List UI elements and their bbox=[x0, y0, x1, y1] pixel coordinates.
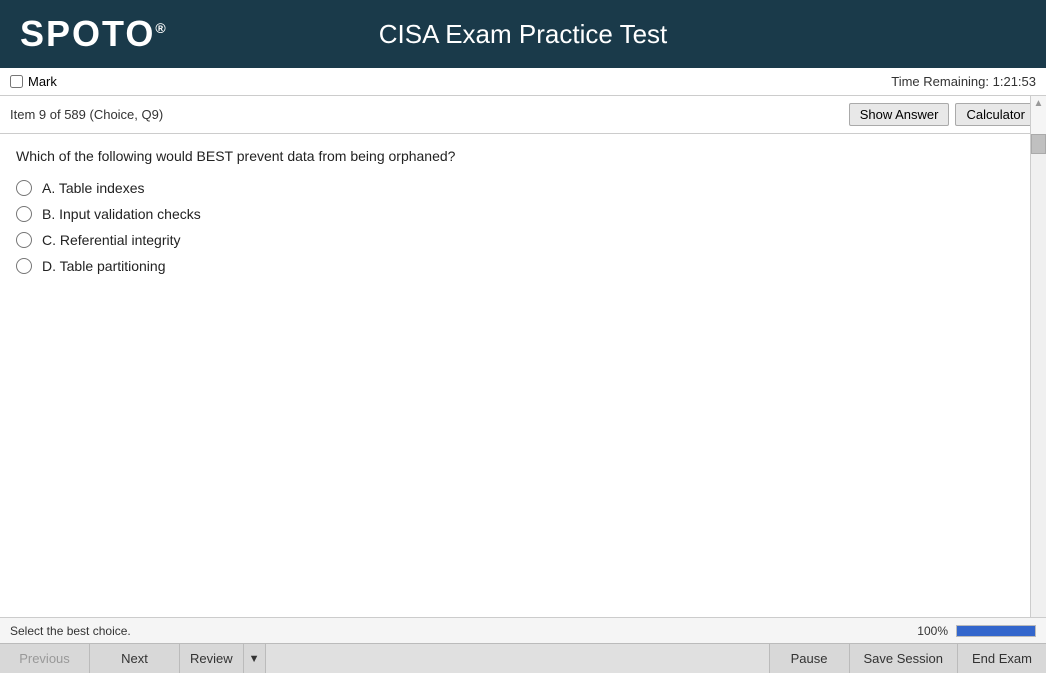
answer-option-a[interactable]: A. Table indexes bbox=[16, 180, 1014, 196]
question-info: Item 9 of 589 (Choice, Q9) bbox=[10, 107, 163, 122]
app-header: SPOTO® CISA Exam Practice Test bbox=[0, 0, 1046, 68]
progress-bar-fill bbox=[957, 626, 1035, 636]
previous-button[interactable]: Previous bbox=[0, 644, 90, 673]
header-buttons: Show Answer Calculator bbox=[849, 103, 1036, 126]
save-session-button[interactable]: Save Session bbox=[849, 644, 958, 673]
review-dropdown-button[interactable]: ▼ bbox=[243, 644, 265, 673]
pause-button[interactable]: Pause bbox=[769, 644, 849, 673]
options-list: A. Table indexes B. Input validation chec… bbox=[16, 180, 1014, 274]
logo: SPOTO® bbox=[20, 16, 168, 52]
scroll-up-icon: ▲ bbox=[1034, 98, 1044, 109]
timer: Time Remaining: 1:21:53 bbox=[891, 74, 1036, 89]
mark-text[interactable]: Mark bbox=[28, 74, 57, 89]
option-label-d: D. Table partitioning bbox=[42, 258, 165, 274]
answer-option-d[interactable]: D. Table partitioning bbox=[16, 258, 1014, 274]
mark-label[interactable]: Mark bbox=[10, 74, 57, 89]
answer-option-b[interactable]: B. Input validation checks bbox=[16, 206, 1014, 222]
progress-area: 100% bbox=[917, 624, 1036, 638]
footer-right: Pause Save Session End Exam bbox=[769, 644, 1046, 673]
review-button-wrapper: Review ▼ bbox=[180, 644, 266, 673]
mark-checkbox[interactable] bbox=[10, 75, 23, 88]
option-label-c: C. Referential integrity bbox=[42, 232, 181, 248]
question-header: Item 9 of 589 (Choice, Q9) Show Answer C… bbox=[0, 96, 1046, 134]
status-text: Select the best choice. bbox=[10, 624, 131, 638]
option-label-b: B. Input validation checks bbox=[42, 206, 201, 222]
end-exam-button[interactable]: End Exam bbox=[957, 644, 1046, 673]
app-title: CISA Exam Practice Test bbox=[379, 19, 668, 50]
logo-area: SPOTO® bbox=[20, 16, 168, 52]
status-bar: Select the best choice. 100% bbox=[0, 617, 1046, 643]
mark-bar: Mark Time Remaining: 1:21:53 bbox=[0, 68, 1046, 96]
radio-option-c[interactable] bbox=[16, 232, 32, 248]
show-answer-button[interactable]: Show Answer bbox=[849, 103, 950, 126]
footer-nav: Previous Next Review ▼ Pause Save Sessio… bbox=[0, 643, 1046, 673]
progress-percent: 100% bbox=[917, 624, 948, 638]
answer-option-c[interactable]: C. Referential integrity bbox=[16, 232, 1014, 248]
main-content: Which of the following would BEST preven… bbox=[0, 134, 1030, 617]
question-text: Which of the following would BEST preven… bbox=[16, 148, 1014, 164]
scrollbar-thumb[interactable] bbox=[1031, 134, 1046, 154]
main-scrollbar[interactable] bbox=[1030, 134, 1046, 617]
radio-option-b[interactable] bbox=[16, 206, 32, 222]
main-wrapper: Which of the following would BEST preven… bbox=[0, 134, 1046, 617]
review-button[interactable]: Review bbox=[180, 644, 243, 673]
progress-bar bbox=[956, 625, 1036, 637]
footer-left: Previous Next Review ▼ bbox=[0, 644, 266, 673]
scroll-indicator: ▲ bbox=[1030, 96, 1046, 134]
radio-option-d[interactable] bbox=[16, 258, 32, 274]
radio-option-a[interactable] bbox=[16, 180, 32, 196]
option-label-a: A. Table indexes bbox=[42, 180, 144, 196]
next-button[interactable]: Next bbox=[90, 644, 180, 673]
calculator-button[interactable]: Calculator bbox=[955, 103, 1036, 126]
